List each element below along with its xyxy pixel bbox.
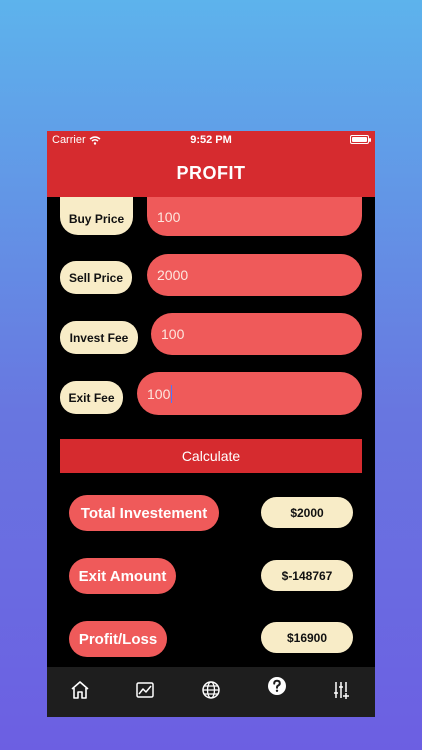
sliders-icon xyxy=(334,682,350,699)
tab-chart[interactable] xyxy=(113,667,179,717)
tab-bar xyxy=(47,667,375,717)
invest-fee-label: Invest Fee xyxy=(60,321,138,354)
exit-amount-value-text: $-148767 xyxy=(281,568,333,583)
battery-icon xyxy=(350,135,371,144)
exit-fee-label-text: Exit Fee xyxy=(68,390,115,405)
calculate-button[interactable]: Calculate xyxy=(60,439,362,473)
sell-price-label-text: Sell Price xyxy=(68,270,124,285)
exit-fee-value: 100 xyxy=(147,385,171,402)
app-screen: Carrier 9:52 PM PROFIT 100 Buy Price Sel… xyxy=(47,131,375,717)
profit-loss-label-text: Profit/Loss xyxy=(78,630,158,648)
tab-help[interactable] xyxy=(244,667,310,717)
chart-icon xyxy=(136,682,155,698)
exit-amount-value: $-148767 xyxy=(261,560,353,591)
home-icon xyxy=(71,681,89,699)
exit-amount-label-text: Exit Amount xyxy=(78,567,167,585)
invest-fee-input[interactable]: 100 xyxy=(151,313,362,355)
tab-home[interactable] xyxy=(47,667,113,717)
profit-loss-label: Profit/Loss xyxy=(69,621,167,657)
sell-price-value: 2000 xyxy=(157,267,189,283)
tab-settings[interactable] xyxy=(309,667,375,717)
buy-price-label: Buy Price xyxy=(60,197,133,235)
help-icon xyxy=(267,677,286,695)
exit-amount-label: Exit Amount xyxy=(69,558,176,594)
total-investment-label-text: Total Investement xyxy=(80,504,208,522)
exit-fee-input[interactable]: 100 xyxy=(137,372,362,415)
profit-loss-value-text: $16900 xyxy=(286,630,328,645)
globe-icon xyxy=(202,681,220,699)
status-bar: Carrier 9:52 PM xyxy=(47,131,375,149)
exit-fee-label: Exit Fee xyxy=(60,381,123,414)
total-investment-value-text: $2000 xyxy=(290,505,324,520)
invest-fee-label-text: Invest Fee xyxy=(69,330,129,345)
buy-price-input[interactable]: 100 xyxy=(147,197,362,236)
buy-price-label-text: Buy Price xyxy=(68,212,125,226)
clock: 9:52 PM xyxy=(190,134,232,146)
text-cursor xyxy=(171,384,173,403)
invest-fee-value: 100 xyxy=(161,326,185,342)
total-investment-label: Total Investement xyxy=(69,495,219,531)
tab-globe[interactable] xyxy=(178,667,244,717)
buy-price-value: 100 xyxy=(157,209,181,225)
total-investment-value: $2000 xyxy=(261,497,353,528)
sell-price-label: Sell Price xyxy=(60,261,132,294)
page-title: PROFIT xyxy=(47,149,375,197)
sell-price-input[interactable]: 2000 xyxy=(147,254,362,296)
profit-loss-value: $16900 xyxy=(261,622,353,653)
